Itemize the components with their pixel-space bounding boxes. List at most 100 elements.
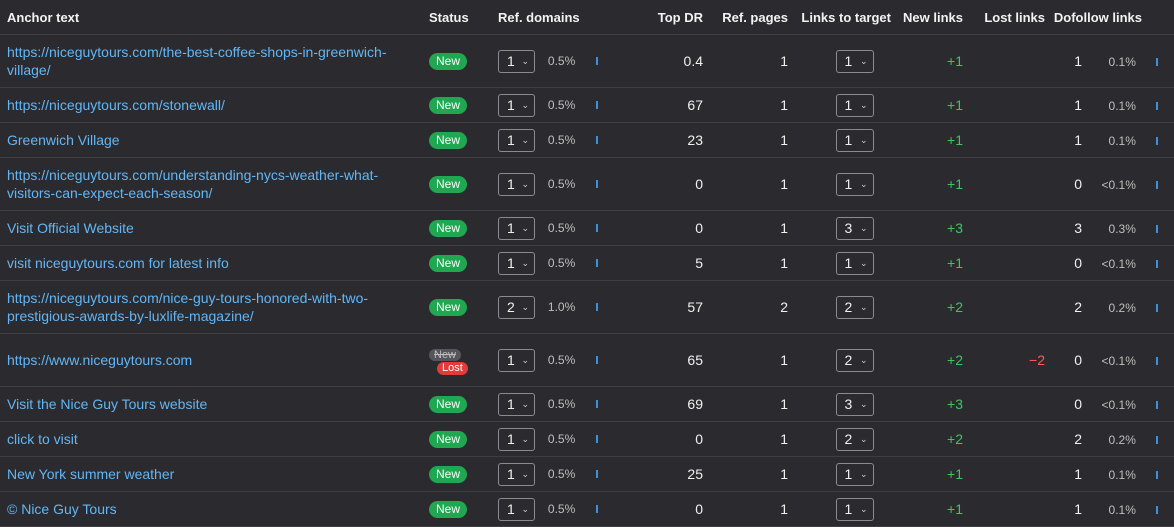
ref-domains-dropdown[interactable]: 1 ⌄ xyxy=(498,462,535,486)
links-to-target-dropdown[interactable]: 2 ⌄ xyxy=(835,427,874,451)
lost-links-value[interactable] xyxy=(963,87,1045,123)
lost-links-value[interactable] xyxy=(963,386,1045,422)
lost-links-value[interactable]: −2 xyxy=(963,333,1045,387)
header-anchor-text[interactable]: Anchor text xyxy=(0,0,429,35)
new-links-value[interactable]: +1 xyxy=(891,157,963,211)
new-links-value[interactable]: +1 xyxy=(891,456,963,492)
ref-pages-value[interactable]: 1 xyxy=(703,122,788,158)
ref-pages-value[interactable]: 1 xyxy=(703,87,788,123)
anchor-link[interactable]: © Nice Guy Tours xyxy=(7,500,409,518)
ref-domains-dropdown[interactable]: 1 ⌄ xyxy=(498,348,535,372)
dofollow-bar xyxy=(1155,102,1158,111)
dofollow-value[interactable]: 0 xyxy=(1045,176,1082,192)
header-status[interactable]: Status xyxy=(429,0,493,35)
header-lost-links[interactable]: Lost links xyxy=(963,0,1045,35)
ref-domains-dropdown[interactable]: 2 ⌄ xyxy=(498,295,535,319)
dofollow-value[interactable]: 3 xyxy=(1045,220,1082,236)
links-to-target-dropdown[interactable]: 1 ⌄ xyxy=(835,251,874,275)
dofollow-value[interactable]: 0 xyxy=(1045,352,1082,368)
ref-pages-value[interactable]: 1 xyxy=(703,456,788,492)
dofollow-value[interactable]: 1 xyxy=(1045,501,1082,517)
links-to-target-dropdown[interactable]: 3 ⌄ xyxy=(835,392,874,416)
ref-pages-value[interactable]: 1 xyxy=(703,157,788,211)
lost-links-value[interactable] xyxy=(963,421,1045,457)
lost-links-value[interactable] xyxy=(963,456,1045,492)
dofollow-value[interactable]: 1 xyxy=(1045,97,1082,113)
lost-links-value[interactable] xyxy=(963,245,1045,281)
anchor-link[interactable]: Visit Official Website xyxy=(7,219,409,237)
ref-domains-dropdown[interactable]: 1 ⌄ xyxy=(498,49,535,73)
dofollow-value[interactable]: 1 xyxy=(1045,466,1082,482)
ref-domains-dropdown[interactable]: 1 ⌄ xyxy=(498,427,535,451)
anchor-link[interactable]: https://niceguytours.com/nice-guy-tours-… xyxy=(7,289,409,325)
new-links-value[interactable]: +2 xyxy=(891,333,963,387)
ref-domains-dropdown[interactable]: 1 ⌄ xyxy=(498,251,535,275)
header-dofollow-links[interactable]: Dofollow links xyxy=(1045,0,1174,35)
new-links-value[interactable]: +1 xyxy=(891,87,963,123)
ref-domains-bar xyxy=(595,180,598,188)
anchor-link[interactable]: Visit the Nice Guy Tours website xyxy=(7,395,409,413)
dofollow-cell: 1 0.1% xyxy=(1045,456,1174,492)
new-links-value[interactable]: +2 xyxy=(891,421,963,457)
ref-pages-value[interactable]: 2 xyxy=(703,280,788,334)
new-links-value[interactable]: +2 xyxy=(891,280,963,334)
status-cell: New xyxy=(429,34,493,88)
links-to-target-dropdown[interactable]: 1 ⌄ xyxy=(835,93,874,117)
new-links-value[interactable]: +1 xyxy=(891,491,963,527)
links-to-target-dropdown[interactable]: 2 ⌄ xyxy=(835,295,874,319)
ref-pages-value[interactable]: 1 xyxy=(703,245,788,281)
lost-links-value[interactable] xyxy=(963,280,1045,334)
dofollow-value[interactable]: 2 xyxy=(1045,299,1082,315)
header-ref-domains[interactable]: Ref. domains xyxy=(493,0,611,35)
ref-domains-dropdown[interactable]: 1 ⌄ xyxy=(498,172,535,196)
header-links-to-target[interactable]: Links to target xyxy=(788,0,891,35)
ref-domains-dropdown[interactable]: 1 ⌄ xyxy=(498,497,535,521)
ref-domains-bar xyxy=(595,400,598,408)
ref-pages-value[interactable]: 1 xyxy=(703,421,788,457)
anchor-link[interactable]: https://niceguytours.com/understanding-n… xyxy=(7,166,409,202)
dofollow-value[interactable]: 2 xyxy=(1045,431,1082,447)
lost-links-value[interactable] xyxy=(963,491,1045,527)
ref-pages-value[interactable]: 1 xyxy=(703,34,788,88)
ref-pages-value[interactable]: 1 xyxy=(703,333,788,387)
links-to-target-dropdown[interactable]: 1 ⌄ xyxy=(835,497,874,521)
dofollow-value[interactable]: 1 xyxy=(1045,132,1082,148)
ref-domains-percent: 0.5% xyxy=(547,397,576,411)
anchor-link[interactable]: click to visit xyxy=(7,430,409,448)
lost-links-value[interactable] xyxy=(963,34,1045,88)
links-to-target-dropdown[interactable]: 1 ⌄ xyxy=(835,172,874,196)
ref-domains-dropdown[interactable]: 1 ⌄ xyxy=(498,216,535,240)
ref-domains-dropdown[interactable]: 1 ⌄ xyxy=(498,93,535,117)
dofollow-value[interactable]: 0 xyxy=(1045,255,1082,271)
ref-domains-bar xyxy=(595,435,598,443)
links-to-target-dropdown[interactable]: 1 ⌄ xyxy=(835,462,874,486)
lost-links-value[interactable] xyxy=(963,157,1045,211)
anchor-link[interactable]: https://www.niceguytours.com xyxy=(7,351,409,369)
anchor-link[interactable]: https://niceguytours.com/the-best-coffee… xyxy=(7,43,409,79)
ref-domains-dropdown[interactable]: 1 ⌄ xyxy=(498,392,535,416)
header-ref-pages[interactable]: Ref. pages xyxy=(703,0,788,35)
new-links-value[interactable]: +3 xyxy=(891,386,963,422)
anchor-link[interactable]: New York summer weather xyxy=(7,465,409,483)
new-links-value[interactable]: +3 xyxy=(891,210,963,246)
new-links-value[interactable]: +1 xyxy=(891,34,963,88)
lost-links-value[interactable] xyxy=(963,122,1045,158)
header-top-dr[interactable]: Top DR xyxy=(611,0,703,35)
links-to-target-dropdown[interactable]: 1 ⌄ xyxy=(835,128,874,152)
anchor-link[interactable]: https://niceguytours.com/stonewall/ xyxy=(7,96,409,114)
ref-domains-dropdown[interactable]: 1 ⌄ xyxy=(498,128,535,152)
links-to-target-dropdown[interactable]: 2 ⌄ xyxy=(835,348,874,372)
ref-pages-value[interactable]: 1 xyxy=(703,386,788,422)
header-new-links[interactable]: New links xyxy=(891,0,963,35)
anchor-link[interactable]: Greenwich Village xyxy=(7,131,409,149)
dofollow-value[interactable]: 0 xyxy=(1045,396,1082,412)
lost-links-value[interactable] xyxy=(963,210,1045,246)
ref-pages-value[interactable]: 1 xyxy=(703,491,788,527)
anchor-link[interactable]: visit niceguytours.com for latest info xyxy=(7,254,409,272)
new-links-value[interactable]: +1 xyxy=(891,245,963,281)
dofollow-value[interactable]: 1 xyxy=(1045,53,1082,69)
ref-pages-value[interactable]: 1 xyxy=(703,210,788,246)
new-links-value[interactable]: +1 xyxy=(891,122,963,158)
links-to-target-dropdown[interactable]: 3 ⌄ xyxy=(835,216,874,240)
links-to-target-dropdown[interactable]: 1 ⌄ xyxy=(835,49,874,73)
